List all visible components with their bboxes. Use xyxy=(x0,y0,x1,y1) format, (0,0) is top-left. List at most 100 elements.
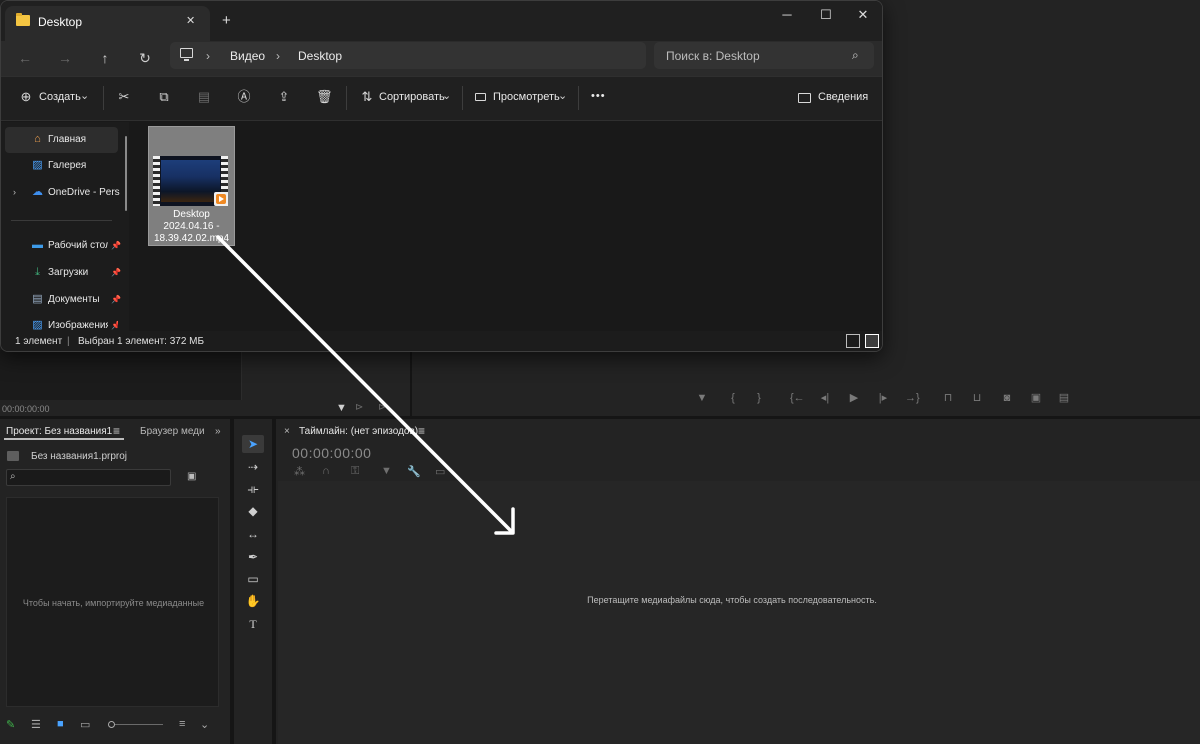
filter-icon[interactable]: ▼ xyxy=(336,402,347,414)
chevron-down-icon[interactable]: ⌄ xyxy=(200,718,209,731)
ripple-edit-icon[interactable]: ⟛ xyxy=(242,480,264,498)
back-button[interactable]: ← xyxy=(15,48,35,68)
slip-icon[interactable]: ↔ xyxy=(242,525,264,543)
extract-icon[interactable]: ⊔ xyxy=(970,391,984,405)
up-button[interactable]: ↑ xyxy=(95,48,115,68)
view-button[interactable]: Просмотреть xyxy=(493,91,560,103)
type-icon[interactable]: T xyxy=(242,615,264,633)
pin-icon[interactable]: 📌 xyxy=(111,241,121,250)
delete-icon[interactable]: 🗑 xyxy=(316,89,333,105)
sort-button[interactable]: Сортировать xyxy=(379,91,445,103)
large-icons-view-icon[interactable] xyxy=(865,334,879,348)
pencil-icon[interactable]: ✎ xyxy=(6,718,15,731)
rectangle-icon[interactable]: ▭ xyxy=(242,570,264,588)
snap-icon[interactable]: ∩ xyxy=(322,465,330,477)
pin-icon[interactable]: 📌 xyxy=(111,295,121,304)
details-button[interactable]: Сведения xyxy=(818,91,868,103)
more-tabs-icon[interactable]: » xyxy=(215,426,221,437)
pen-icon[interactable]: ✒ xyxy=(242,548,264,566)
settings-icon[interactable]: ▤ xyxy=(1057,391,1071,405)
sidebar-item-home[interactable]: ⌂ Главная xyxy=(5,127,118,153)
linked-selection-icon[interactable]: ⚿ xyxy=(351,465,359,478)
project-list[interactable]: Чтобы начать, импортируйте медиаданные xyxy=(6,497,219,707)
add-marker-icon[interactable]: ▼ xyxy=(381,465,392,477)
cut-icon[interactable]: ✂ xyxy=(116,89,132,105)
close-tab-icon[interactable]: ✕ xyxy=(186,14,195,27)
captions-icon[interactable]: ▭ xyxy=(435,465,445,478)
file-list-area[interactable] xyxy=(131,122,882,331)
details-view-icon[interactable] xyxy=(846,334,860,348)
search-input[interactable]: Поиск в: Desktop ⌕ xyxy=(654,42,874,69)
sidebar-item-onedrive[interactable]: › ☁ OneDrive - Personal xyxy=(5,180,120,206)
view-icon[interactable] xyxy=(475,93,486,101)
minimize-button[interactable]: ─ xyxy=(776,7,798,23)
new-tab-button[interactable]: + xyxy=(222,12,231,29)
forward-button[interactable]: → xyxy=(55,48,75,68)
rename-icon[interactable]: Ⓐ xyxy=(236,89,252,105)
timeline-close-icon[interactable]: × xyxy=(284,426,290,437)
new-button[interactable]: Создать xyxy=(39,91,81,103)
project-search-input[interactable] xyxy=(6,469,171,486)
play-icon[interactable]: ▶ xyxy=(847,391,861,405)
track-select-icon[interactable]: ⇢ xyxy=(242,458,264,476)
close-window-button[interactable]: ✕ xyxy=(852,7,874,23)
sidebar-item-documents[interactable]: ▤ Документы 📌 xyxy=(5,287,121,313)
mark-in-icon[interactable]: { xyxy=(726,391,740,405)
sidebar-item-gallery[interactable]: ▨ Галерея xyxy=(5,153,118,179)
chevron-down-icon[interactable]: ⌄ xyxy=(442,89,451,102)
razor-icon[interactable]: ◆ xyxy=(242,502,264,520)
mark-out-icon[interactable]: } xyxy=(752,391,766,405)
insert-icon[interactable]: ⊳ xyxy=(355,402,363,413)
project-menu-icon[interactable]: ≡ xyxy=(113,424,120,438)
tab-project[interactable]: Проект: Без названия1 xyxy=(6,426,112,437)
compare-icon[interactable]: ▣ xyxy=(1029,391,1043,405)
selection-tool-icon[interactable]: ➤ xyxy=(242,435,264,453)
freeform-view-icon[interactable]: ▭ xyxy=(80,718,90,731)
paste-icon[interactable]: ▤ xyxy=(196,89,212,105)
new-bin-icon[interactable]: ▣ xyxy=(187,471,196,482)
nest-icon[interactable]: ⁂ xyxy=(294,465,305,478)
source-monitor-footer xyxy=(0,350,242,400)
sidebar-item-downloads[interactable]: ⤓ Загрузки 📌 xyxy=(5,260,121,286)
chevron-down-icon[interactable]: ⌄ xyxy=(558,89,567,102)
refresh-button[interactable]: ↻ xyxy=(135,48,155,68)
breadcrumb-desktop[interactable]: Desktop xyxy=(298,49,342,63)
explorer-tab[interactable] xyxy=(5,6,210,41)
sort-icon[interactable]: ≡ xyxy=(179,718,185,730)
address-bar[interactable]: › Видео › Desktop xyxy=(170,42,646,69)
share-icon[interactable]: ⇪ xyxy=(276,89,292,105)
camera-icon[interactable]: ◙ xyxy=(1000,391,1014,405)
list-view-icon[interactable]: ☰ xyxy=(31,718,41,731)
go-to-in-icon[interactable]: {← xyxy=(790,391,805,405)
zoom-slider-handle[interactable] xyxy=(108,721,115,728)
timeline-menu-icon[interactable]: ≡ xyxy=(418,424,425,438)
sidebar-scrollbar[interactable] xyxy=(125,136,127,211)
breadcrumb-video[interactable]: Видео xyxy=(230,49,265,63)
chevron-down-icon[interactable]: ⌄ xyxy=(80,89,89,102)
timeline-timecode[interactable]: 00:00:00:00 xyxy=(292,445,371,461)
icon-view-icon[interactable]: ■ xyxy=(57,718,64,730)
plus-circle-icon[interactable]: ⊕ xyxy=(18,89,34,105)
chevron-right-icon[interactable]: › xyxy=(13,187,16,197)
go-to-out-icon[interactable]: →} xyxy=(905,391,920,405)
lift-icon[interactable]: ⊓ xyxy=(941,391,955,405)
hand-icon[interactable]: ✋ xyxy=(242,592,264,610)
sidebar-item-pictures[interactable]: ▨ Изображения 📌 xyxy=(5,313,118,331)
step-forward-icon[interactable]: |▸ xyxy=(876,391,890,405)
timeline-drop-area[interactable]: Перетащите медиафайлы сюда, чтобы создат… xyxy=(278,481,1200,744)
pin-icon[interactable]: 📌 xyxy=(111,321,118,330)
copy-icon[interactable]: ⧉ xyxy=(156,89,172,105)
tab-media-browser[interactable]: Браузер меди xyxy=(140,426,205,437)
sidebar-item-desktop[interactable]: ▬ Рабочий стол 📌 xyxy=(5,233,121,259)
step-back-icon[interactable]: ◂| xyxy=(818,391,832,405)
zoom-slider-track[interactable] xyxy=(115,724,163,725)
pin-icon[interactable]: 📌 xyxy=(111,268,121,277)
marker-icon[interactable]: ▼ xyxy=(695,391,709,405)
tab-timeline[interactable]: Таймлайн: (нет эпизодов) xyxy=(299,426,418,437)
wrench-icon[interactable]: 🔧 xyxy=(407,465,421,478)
more-options-button[interactable]: ••• xyxy=(591,90,606,102)
details-pane-icon[interactable] xyxy=(798,93,811,103)
overwrite-icon[interactable]: ⊳ xyxy=(378,402,386,413)
maximize-button[interactable]: ☐ xyxy=(815,7,837,23)
sort-icon[interactable]: ⇅ xyxy=(359,89,375,105)
